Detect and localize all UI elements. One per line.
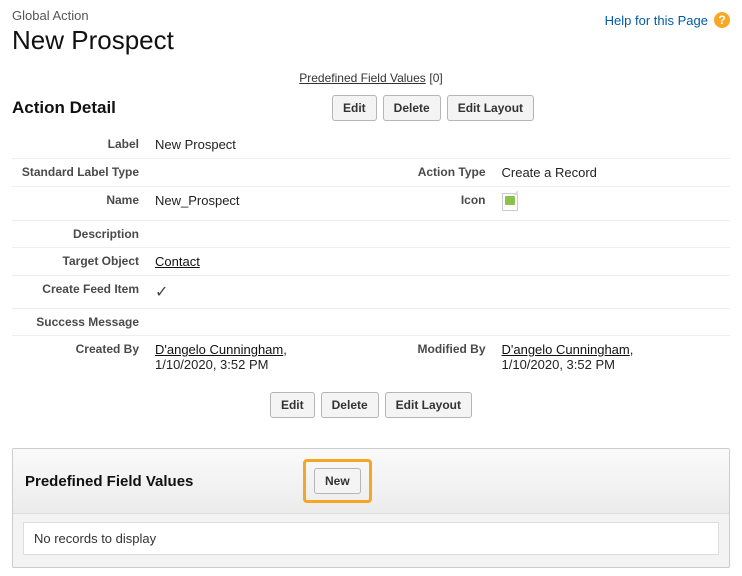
std-label-type-value [147,159,384,187]
detail-table: Label New Prospect Standard Label Type A… [12,131,730,378]
label-value: New Prospect [147,131,384,159]
name-label: Name [12,187,147,221]
name-value: New_Prospect [147,187,384,221]
edit-button-bottom[interactable]: Edit [270,392,315,418]
new-button-highlight: New [303,459,372,503]
predefined-values-empty-message: No records to display [23,522,719,555]
create-feed-item-label: Create Feed Item [12,276,147,309]
predefined-values-section: Predefined Field Values New No records t… [12,448,730,568]
edit-button[interactable]: Edit [332,95,377,121]
edit-layout-button-bottom[interactable]: Edit Layout [385,392,472,418]
delete-button[interactable]: Delete [383,95,441,121]
super-title: Global Action [12,8,174,23]
target-object-label: Target Object [12,248,147,276]
help-link-label: Help for this Page [605,13,708,28]
new-button[interactable]: New [314,468,361,494]
predefined-values-count: [0] [429,71,442,85]
label-label: Label [12,131,147,159]
section-title: Action Detail [12,98,312,118]
target-object-link[interactable]: Contact [155,254,200,269]
created-by-user-link[interactable]: D'angelo Cunningham [155,342,283,357]
record-icon [502,193,518,211]
help-link[interactable]: Help for this Page ? [605,12,730,28]
action-type-label: Action Type [384,159,494,187]
success-message-value [147,309,384,336]
modified-by-label: Modified By [384,336,494,379]
edit-layout-button[interactable]: Edit Layout [447,95,534,121]
modified-by-user-link[interactable]: D'angelo Cunningham [502,342,630,357]
checkmark-icon: ✓ [155,284,168,301]
page-title: New Prospect [12,25,174,56]
success-message-label: Success Message [12,309,147,336]
description-label: Description [12,221,147,248]
created-by-label: Created By [12,336,147,379]
predefined-values-anchor-link[interactable]: Predefined Field Values [299,71,426,85]
description-value [147,221,384,248]
modified-by-date: 1/10/2020, 3:52 PM [502,357,615,372]
predefined-values-title: Predefined Field Values [25,473,285,490]
std-label-type-label: Standard Label Type [12,159,147,187]
action-type-value: Create a Record [494,159,731,187]
delete-button-bottom[interactable]: Delete [321,392,379,418]
help-icon: ? [714,12,730,28]
icon-label: Icon [384,187,494,221]
created-by-date: 1/10/2020, 3:52 PM [155,357,268,372]
